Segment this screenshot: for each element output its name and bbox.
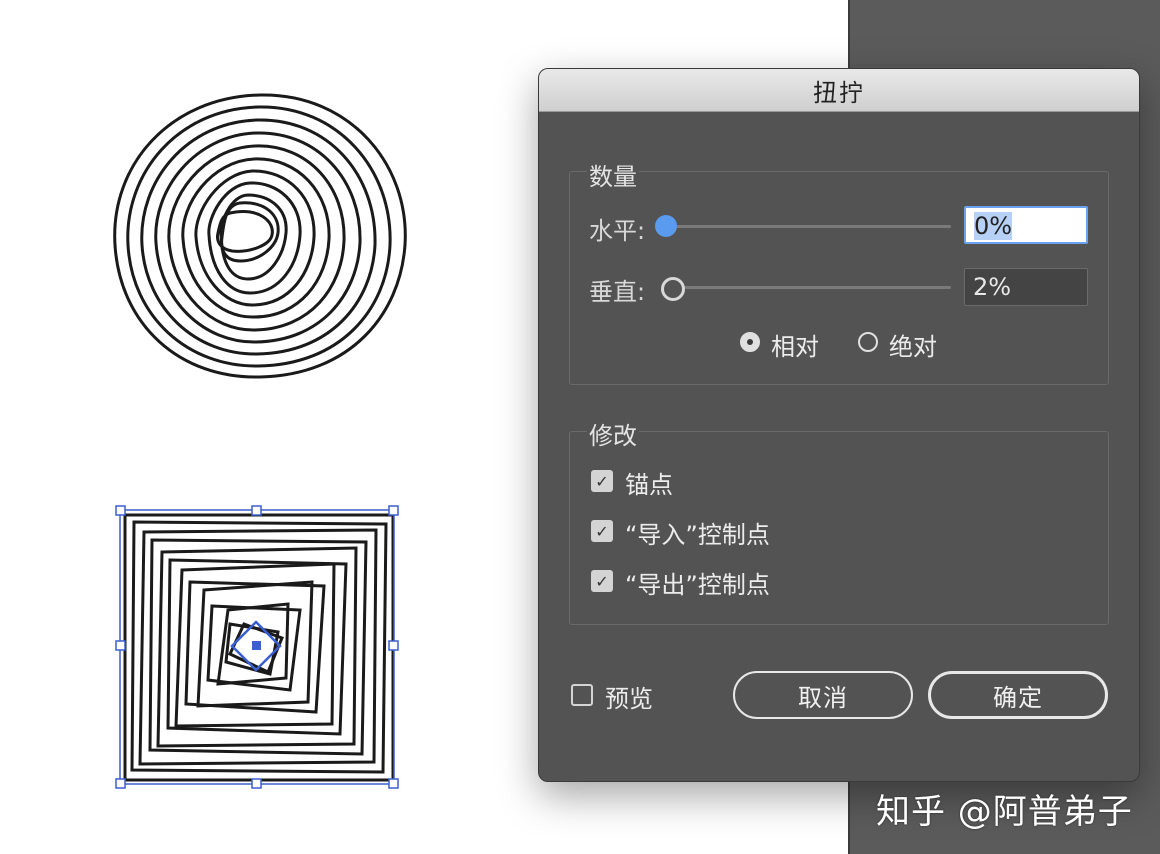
watermark-text: 知乎 @阿普弟子 xyxy=(876,792,1133,832)
out-control-points-checkbox[interactable]: ✓ xyxy=(591,570,613,592)
in-control-points-checkbox[interactable]: ✓ xyxy=(591,520,613,542)
ok-button[interactable]: 确定 xyxy=(928,671,1108,719)
modify-group-label: 修改 xyxy=(587,416,639,451)
preview-checkbox[interactable] xyxy=(571,684,593,706)
in-control-points-label[interactable]: “导入”控制点 xyxy=(625,515,770,550)
relative-radio-label[interactable]: 相对 xyxy=(771,327,819,362)
horizontal-label: 水平: xyxy=(589,217,646,245)
twisted-spiral-artwork[interactable] xyxy=(100,85,420,395)
vertical-slider-track[interactable] xyxy=(679,286,951,289)
horizontal-slider-track[interactable] xyxy=(667,225,951,228)
out-control-points-label[interactable]: “导出”控制点 xyxy=(625,565,770,600)
vertical-label: 垂直: xyxy=(589,278,646,306)
absolute-radio[interactable] xyxy=(858,332,878,352)
twisted-squares-artwork[interactable] xyxy=(110,500,410,796)
anchor-points-checkbox[interactable]: ✓ xyxy=(591,470,613,492)
horizontal-value-input[interactable]: 0% xyxy=(964,206,1088,244)
cancel-button[interactable]: 取消 xyxy=(733,671,913,719)
absolute-radio-label[interactable]: 绝对 xyxy=(889,327,937,362)
horizontal-slider-knob[interactable] xyxy=(655,215,677,237)
amount-group-label: 数量 xyxy=(587,157,639,192)
dialog-title: 扭拧 xyxy=(539,69,1139,112)
twist-dialog: 扭拧 数量 水平: 0% 垂直: 2% 相对 绝对 修改 ✓ 锚点 ✓ “导入”… xyxy=(538,68,1140,782)
preview-label[interactable]: 预览 xyxy=(605,679,653,714)
vertical-slider-knob[interactable] xyxy=(661,277,685,301)
vertical-value-input[interactable]: 2% xyxy=(964,268,1088,306)
anchor-points-label[interactable]: 锚点 xyxy=(625,465,673,500)
relative-radio[interactable] xyxy=(740,332,760,352)
